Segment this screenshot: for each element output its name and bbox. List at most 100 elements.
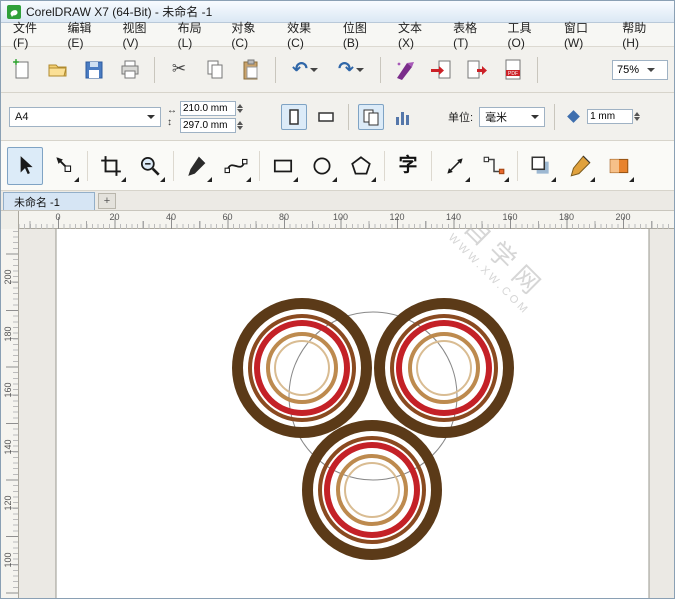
page-height-spinner[interactable]: [237, 121, 243, 130]
landscape-button[interactable]: [313, 104, 339, 130]
svg-text:PDF: PDF: [508, 71, 518, 77]
copy-button[interactable]: [200, 54, 230, 86]
rectangle-tool-icon: [271, 154, 295, 178]
publish-pdf-button[interactable]: PDF: [498, 54, 528, 86]
copy-icon: [203, 58, 227, 82]
import-button[interactable]: [426, 54, 456, 86]
ruler-h-label: 100: [333, 212, 348, 222]
cut-button[interactable]: ✂: [164, 54, 194, 86]
menu-effects[interactable]: 效果(C): [279, 16, 335, 53]
export-button[interactable]: [462, 54, 492, 86]
fill-tool[interactable]: [562, 147, 598, 185]
zoom-level-value: 75%: [617, 64, 639, 76]
launcher-button[interactable]: [390, 54, 420, 86]
toolbox-separator: [517, 151, 518, 181]
current-page-icon: [393, 107, 413, 127]
pick-tool[interactable]: [7, 147, 43, 185]
crop-tool[interactable]: [93, 147, 129, 185]
page-size-select[interactable]: A4: [9, 107, 161, 127]
freehand-tool-icon: [185, 154, 209, 178]
horizontal-ruler[interactable]: 0 20 40 60 80 100 120 140 160 180 200: [1, 211, 674, 229]
ruler-h-label: 200: [615, 212, 630, 222]
connector-tool-icon: [482, 154, 506, 178]
ruler-h-label: 80: [279, 212, 289, 222]
zoom-level-select[interactable]: 75%: [612, 60, 668, 80]
units-select[interactable]: 毫米: [479, 107, 545, 127]
document-tab-bar: 未命名 -1 +: [1, 191, 674, 211]
page-height-icon: ↕: [167, 118, 177, 128]
polygon-tool[interactable]: [343, 147, 379, 185]
document-tab-label: 未命名 -1: [14, 194, 60, 210]
save-button[interactable]: [79, 54, 109, 86]
nudge-spinner[interactable]: [634, 112, 640, 121]
propbar-separator: [348, 104, 349, 130]
ellipse-tool[interactable]: [304, 147, 340, 185]
menu-file[interactable]: 文件(F): [5, 16, 59, 53]
ruler-v-label: 100: [3, 545, 13, 575]
drawing-canvas[interactable]: 自学网 WWW.XW.COM: [19, 229, 674, 599]
toolbox-separator: [259, 151, 260, 181]
ruler-v-label: 180: [3, 319, 13, 349]
all-pages-button[interactable]: [358, 104, 384, 130]
ruler-v-label: 120: [3, 488, 13, 518]
fill-tool-icon: [568, 154, 592, 178]
units-caret-icon: [531, 115, 539, 119]
page-height-input[interactable]: [180, 118, 236, 133]
propbar-separator: [554, 104, 555, 130]
text-tool[interactable]: 字: [390, 147, 426, 185]
ruler-h-label: 60: [222, 212, 232, 222]
portrait-icon: [284, 107, 304, 127]
print-button[interactable]: [115, 54, 145, 86]
menu-tools[interactable]: 工具(O): [500, 16, 556, 53]
interactive-fill-tool[interactable]: [601, 147, 637, 185]
zoom-tool[interactable]: [132, 147, 168, 185]
menu-bitmaps[interactable]: 位图(B): [335, 16, 390, 53]
menu-edit[interactable]: 编辑(E): [59, 16, 114, 53]
menu-view[interactable]: 视图(V): [115, 16, 170, 53]
crop-tool-icon: [99, 154, 123, 178]
menu-text[interactable]: 文本(X): [390, 16, 445, 53]
undo-button[interactable]: ↶: [285, 54, 325, 86]
toolbar-separator: [380, 57, 381, 83]
new-document-tab-button[interactable]: +: [98, 193, 116, 209]
portrait-button[interactable]: [281, 104, 307, 130]
document-tab-active[interactable]: 未命名 -1: [3, 192, 95, 210]
property-bar: A4 ↔ ↕: [1, 93, 674, 141]
drawing-scene[interactable]: [19, 229, 674, 599]
paste-button[interactable]: [236, 54, 266, 86]
shape-tool[interactable]: [46, 147, 82, 185]
page-width-input[interactable]: [180, 101, 236, 116]
nudge-offset-input[interactable]: [587, 109, 633, 124]
ruler-v-label: 140: [3, 432, 13, 462]
menu-window[interactable]: 窗口(W): [556, 16, 614, 53]
vertical-ruler[interactable]: 200 180 160 140 120 100: [1, 229, 19, 599]
open-button[interactable]: [43, 54, 73, 86]
menu-object[interactable]: 对象(C): [223, 16, 279, 53]
save-icon: [82, 58, 106, 82]
menu-help[interactable]: 帮助(H): [614, 16, 670, 53]
bezier-tool[interactable]: [218, 147, 254, 185]
redo-button[interactable]: ↷: [331, 54, 371, 86]
dimension-tool-icon: [443, 154, 467, 178]
rectangle-tool[interactable]: [265, 147, 301, 185]
ruler-origin-button[interactable]: [1, 211, 19, 229]
ruler-h-label: 0: [55, 212, 60, 222]
connector-tool[interactable]: [476, 147, 512, 185]
ruler-h-label: 20: [109, 212, 119, 222]
freehand-tool[interactable]: [179, 147, 215, 185]
menu-layout[interactable]: 布局(L): [170, 16, 224, 53]
interactive-fill-tool-icon: [607, 154, 631, 178]
menu-table[interactable]: 表格(T): [445, 16, 499, 53]
toolbox-separator: [431, 151, 432, 181]
new-document-button[interactable]: [7, 54, 37, 86]
dimension-tool[interactable]: [437, 147, 473, 185]
toolbar-separator: [537, 57, 538, 83]
ruler-h-label: 140: [446, 212, 461, 222]
redo-dropdown-caret[interactable]: [356, 68, 364, 72]
horizontal-ruler-track[interactable]: 0 20 40 60 80 100 120 140 160 180 200: [19, 211, 674, 229]
page-width-spinner[interactable]: [237, 104, 243, 113]
undo-dropdown-caret[interactable]: [310, 68, 318, 72]
current-page-button[interactable]: [390, 104, 416, 130]
app-window: CorelDRAW X7 (64-Bit) - 未命名 -1 文件(F) 编辑(…: [0, 0, 675, 599]
drop-shadow-tool[interactable]: [523, 147, 559, 185]
